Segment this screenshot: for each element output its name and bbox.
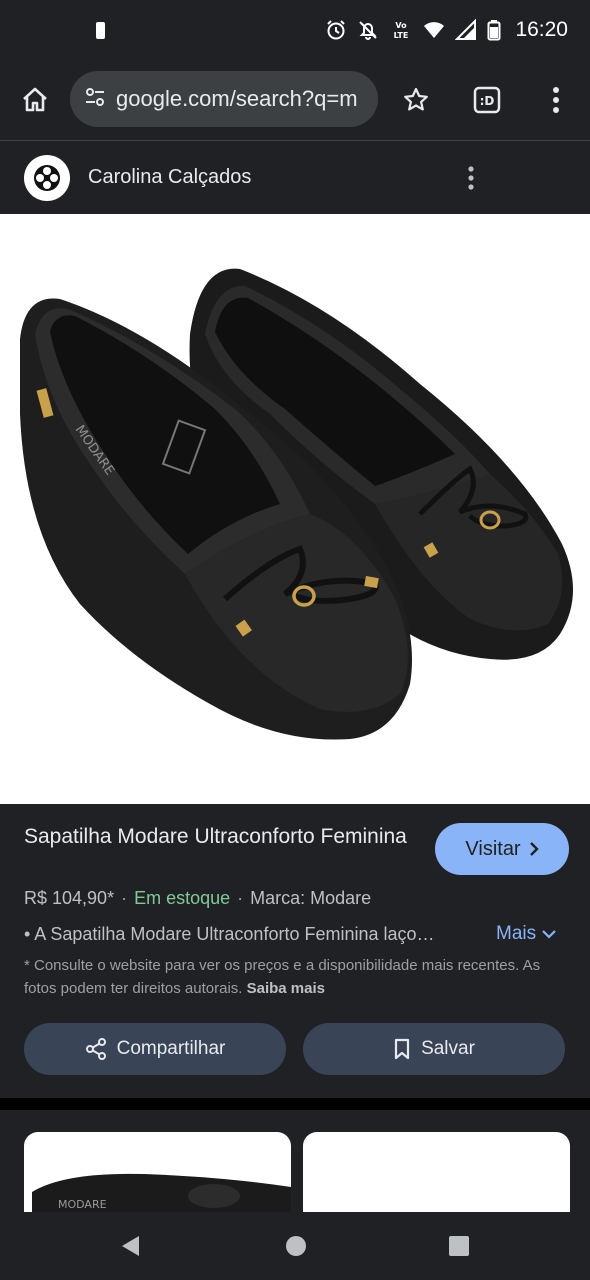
learn-more-link[interactable]: Saiba mais	[247, 980, 325, 997]
bookmark-icon	[394, 1038, 410, 1060]
svg-text:Vo: Vo	[396, 21, 408, 30]
product-meta: R$ 104,90* · Em estoque · Marca: Modare	[24, 888, 371, 909]
save-label: Salvar	[421, 1038, 475, 1059]
product-title[interactable]: Sapatilha Modare Ultraconforto Feminina	[24, 822, 414, 851]
insole-thumbnail: MODARE	[32, 1173, 291, 1212]
url-text[interactable]: google.com/search?q=m	[116, 86, 358, 112]
home-nav-button[interactable]	[280, 1230, 312, 1262]
price: R$ 104,90*	[24, 888, 115, 908]
more-button[interactable]: Mais	[496, 923, 556, 945]
related-card[interactable]	[303, 1132, 570, 1212]
tabs-icon: :D	[473, 86, 501, 114]
status-bar: Vo LTE 16:20	[0, 0, 590, 60]
site-header: Carolina Calçados	[0, 140, 590, 214]
site-name[interactable]: Carolina Calçados	[88, 166, 251, 189]
home-icon	[23, 87, 47, 112]
share-icon	[85, 1038, 106, 1060]
product-image[interactable]: MODARE	[0, 214, 590, 804]
save-button[interactable]: Salvar	[303, 1023, 565, 1075]
svg-text::D: :D	[480, 94, 495, 108]
wifi-icon	[423, 19, 445, 41]
more-vert-icon	[553, 87, 559, 113]
back-icon	[122, 1236, 139, 1256]
star-icon	[404, 87, 428, 111]
visit-label: Visitar	[465, 837, 521, 860]
disclaimer: * Consulte o website para ver os preços …	[24, 954, 544, 1000]
chevron-down-icon	[542, 930, 556, 939]
separator: ·	[237, 888, 244, 908]
more-label: Mais	[496, 923, 537, 944]
alarm-icon	[325, 19, 347, 41]
system-nav-bar	[0, 1212, 590, 1280]
stock-status: Em estoque	[134, 888, 231, 908]
bookmark-star-button[interactable]	[388, 72, 444, 128]
browser-menu-button[interactable]	[528, 72, 584, 128]
tune-icon[interactable]	[84, 86, 106, 113]
product-description: • A Sapatilha Modare Ultraconforto Femin…	[24, 924, 435, 944]
more-vert-icon	[468, 166, 474, 190]
related-results: MODARE	[0, 1110, 590, 1212]
share-button[interactable]: Compartilhar	[24, 1023, 286, 1075]
product-info-panel: Sapatilha Modare Ultraconforto Feminina …	[0, 804, 590, 1098]
brand: Marca: Modare	[250, 888, 372, 908]
svg-text:LTE: LTE	[394, 31, 409, 40]
signal-icon	[455, 19, 477, 41]
recents-button[interactable]	[443, 1230, 475, 1262]
volte-icon: Vo LTE	[389, 19, 413, 41]
address-bar[interactable]: google.com/search?q=m	[70, 71, 378, 127]
home-circle-icon	[286, 1236, 306, 1256]
battery-icon	[487, 19, 501, 41]
visit-button[interactable]: Visitar	[435, 823, 569, 875]
back-button[interactable]	[114, 1230, 146, 1262]
shoes-illustration: MODARE	[20, 268, 574, 740]
home-button[interactable]	[7, 72, 63, 128]
recents-icon	[449, 1236, 469, 1256]
related-card[interactable]: MODARE	[24, 1132, 291, 1212]
browser-toolbar: google.com/search?q=m :D	[0, 60, 590, 140]
clock: 16:20	[515, 18, 568, 41]
site-logo[interactable]	[24, 154, 70, 201]
thumbnail-brand-text: MODARE	[58, 1198, 107, 1211]
separator: ·	[121, 888, 128, 908]
tabs-button[interactable]: :D	[459, 72, 515, 128]
site-more-button[interactable]	[455, 159, 487, 197]
battery-saver-icon	[96, 21, 105, 39]
share-label: Compartilhar	[116, 1038, 226, 1059]
notifications-off-icon	[357, 19, 379, 41]
chevron-right-icon	[529, 842, 539, 856]
